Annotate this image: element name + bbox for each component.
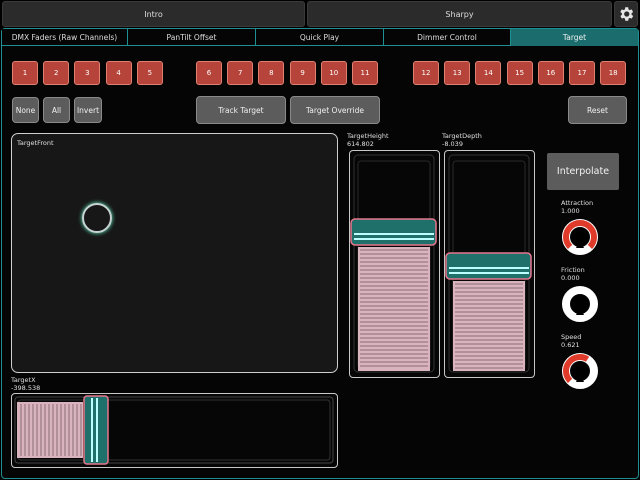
target-x-label: TargetX bbox=[11, 376, 36, 384]
select-all-label: All bbox=[51, 105, 62, 115]
target-depth-slider[interactable] bbox=[444, 150, 535, 378]
channel-button-label: 6 bbox=[206, 69, 212, 77]
knob-attraction[interactable] bbox=[560, 217, 600, 257]
tab-intro-label: Intro bbox=[144, 9, 163, 19]
channel-button-label: 14 bbox=[483, 69, 493, 77]
channel-button-label: 8 bbox=[269, 69, 274, 77]
target-front-xy-pad[interactable]: TargetFront bbox=[11, 133, 338, 373]
channel-button-label: 13 bbox=[452, 69, 462, 77]
channel-button[interactable]: 6 bbox=[196, 61, 222, 85]
select-none-label: None bbox=[15, 105, 36, 115]
channel-button-label: 17 bbox=[577, 69, 587, 77]
tab-pantilt-offset-label: PanTilt Offset bbox=[166, 32, 217, 42]
channel-button-label: 3 bbox=[85, 69, 90, 77]
channel-button[interactable]: 2 bbox=[43, 61, 70, 85]
tab-target-label: Target bbox=[562, 33, 587, 42]
target-depth-value: -8.039 bbox=[442, 140, 463, 148]
target-height-slider[interactable] bbox=[349, 150, 440, 378]
channel-button-label: 9 bbox=[300, 69, 305, 77]
target-front-label: TargetFront bbox=[17, 139, 54, 147]
tab-dmx-faders[interactable]: DMX Faders (Raw Channels) bbox=[2, 29, 128, 46]
channel-button[interactable]: 7 bbox=[227, 61, 254, 85]
tab-quick-play-label: Quick Play bbox=[299, 32, 340, 42]
interpolate-button[interactable]: Interpolate bbox=[547, 153, 619, 190]
select-all-button[interactable]: All bbox=[43, 97, 70, 123]
select-invert-button[interactable]: Invert bbox=[74, 97, 102, 123]
target-height-handle[interactable] bbox=[350, 218, 437, 246]
channel-button[interactable]: 14 bbox=[475, 61, 502, 85]
knob-label: Friction bbox=[561, 266, 585, 274]
knob-value: 0.000 bbox=[561, 274, 580, 282]
channel-button-label: 2 bbox=[53, 69, 59, 77]
channel-button[interactable]: 11 bbox=[352, 61, 378, 85]
channel-button[interactable]: 1 bbox=[12, 61, 38, 85]
track-target-label: Track Target bbox=[218, 105, 264, 115]
reset-label: Reset bbox=[587, 105, 608, 115]
track-target-button[interactable]: Track Target bbox=[196, 96, 286, 124]
tab-intro[interactable]: Intro bbox=[2, 1, 305, 27]
tab-target[interactable]: Target bbox=[511, 29, 638, 46]
channel-button[interactable]: 18 bbox=[600, 61, 627, 85]
channel-button-label: 18 bbox=[608, 69, 618, 77]
gear-icon bbox=[617, 5, 635, 23]
target-height-label: TargetHeight bbox=[347, 132, 389, 140]
tab-pantilt-offset[interactable]: PanTilt Offset bbox=[128, 29, 256, 46]
channel-button-label: 15 bbox=[515, 69, 525, 77]
knob-value: 1.000 bbox=[561, 207, 580, 215]
channel-button[interactable]: 15 bbox=[506, 61, 533, 85]
channel-button-label: 5 bbox=[147, 69, 153, 77]
target-x-slider[interactable] bbox=[11, 393, 338, 468]
channel-button[interactable]: 5 bbox=[136, 61, 163, 85]
settings-button[interactable] bbox=[614, 1, 638, 27]
tab-quick-play[interactable]: Quick Play bbox=[256, 29, 384, 46]
knob-label: Speed bbox=[561, 333, 582, 341]
xy-handle[interactable] bbox=[82, 203, 112, 233]
knob-speed[interactable] bbox=[560, 351, 600, 391]
channel-button-label: 7 bbox=[237, 69, 243, 77]
channel-button-label: 16 bbox=[546, 69, 556, 77]
target-override-button[interactable]: Target Override bbox=[290, 96, 380, 124]
channel-button[interactable]: 13 bbox=[444, 61, 471, 85]
channel-button-label: 1 bbox=[22, 69, 28, 77]
channel-button[interactable]: 10 bbox=[320, 61, 347, 85]
channel-button-label: 4 bbox=[116, 69, 121, 77]
target-depth-handle[interactable] bbox=[445, 252, 532, 280]
channel-button-label: 11 bbox=[360, 69, 370, 77]
tab-sharpy-label: Sharpy bbox=[445, 9, 474, 19]
tab-sharpy[interactable]: Sharpy bbox=[307, 1, 612, 27]
target-height-value: 614.802 bbox=[347, 140, 374, 148]
tab-dimmer-control[interactable]: Dimmer Control bbox=[384, 29, 511, 46]
knob-friction[interactable] bbox=[560, 284, 600, 324]
channel-button-label: 12 bbox=[421, 69, 431, 77]
channel-button[interactable]: 4 bbox=[105, 61, 132, 85]
reset-button[interactable]: Reset bbox=[568, 96, 627, 124]
tab-dimmer-control-label: Dimmer Control bbox=[417, 32, 477, 42]
channel-button[interactable]: 17 bbox=[569, 61, 595, 85]
channel-button-label: 10 bbox=[329, 69, 339, 77]
channel-button[interactable]: 3 bbox=[74, 61, 101, 85]
target-x-value: -398.538 bbox=[11, 384, 41, 392]
target-override-label: Target Override bbox=[305, 105, 365, 115]
knob-label: Attraction bbox=[561, 199, 594, 207]
knob-value: 0.621 bbox=[561, 341, 580, 349]
channel-button[interactable]: 16 bbox=[537, 61, 564, 85]
target-depth-label: TargetDepth bbox=[442, 132, 482, 140]
interpolate-label: Interpolate bbox=[556, 166, 610, 177]
channel-button[interactable]: 12 bbox=[413, 61, 439, 85]
channel-button[interactable]: 9 bbox=[289, 61, 316, 85]
select-none-button[interactable]: None bbox=[12, 97, 39, 123]
channel-button[interactable]: 8 bbox=[258, 61, 285, 85]
select-invert-label: Invert bbox=[76, 105, 100, 115]
tab-dmx-faders-label: DMX Faders (Raw Channels) bbox=[11, 32, 118, 42]
